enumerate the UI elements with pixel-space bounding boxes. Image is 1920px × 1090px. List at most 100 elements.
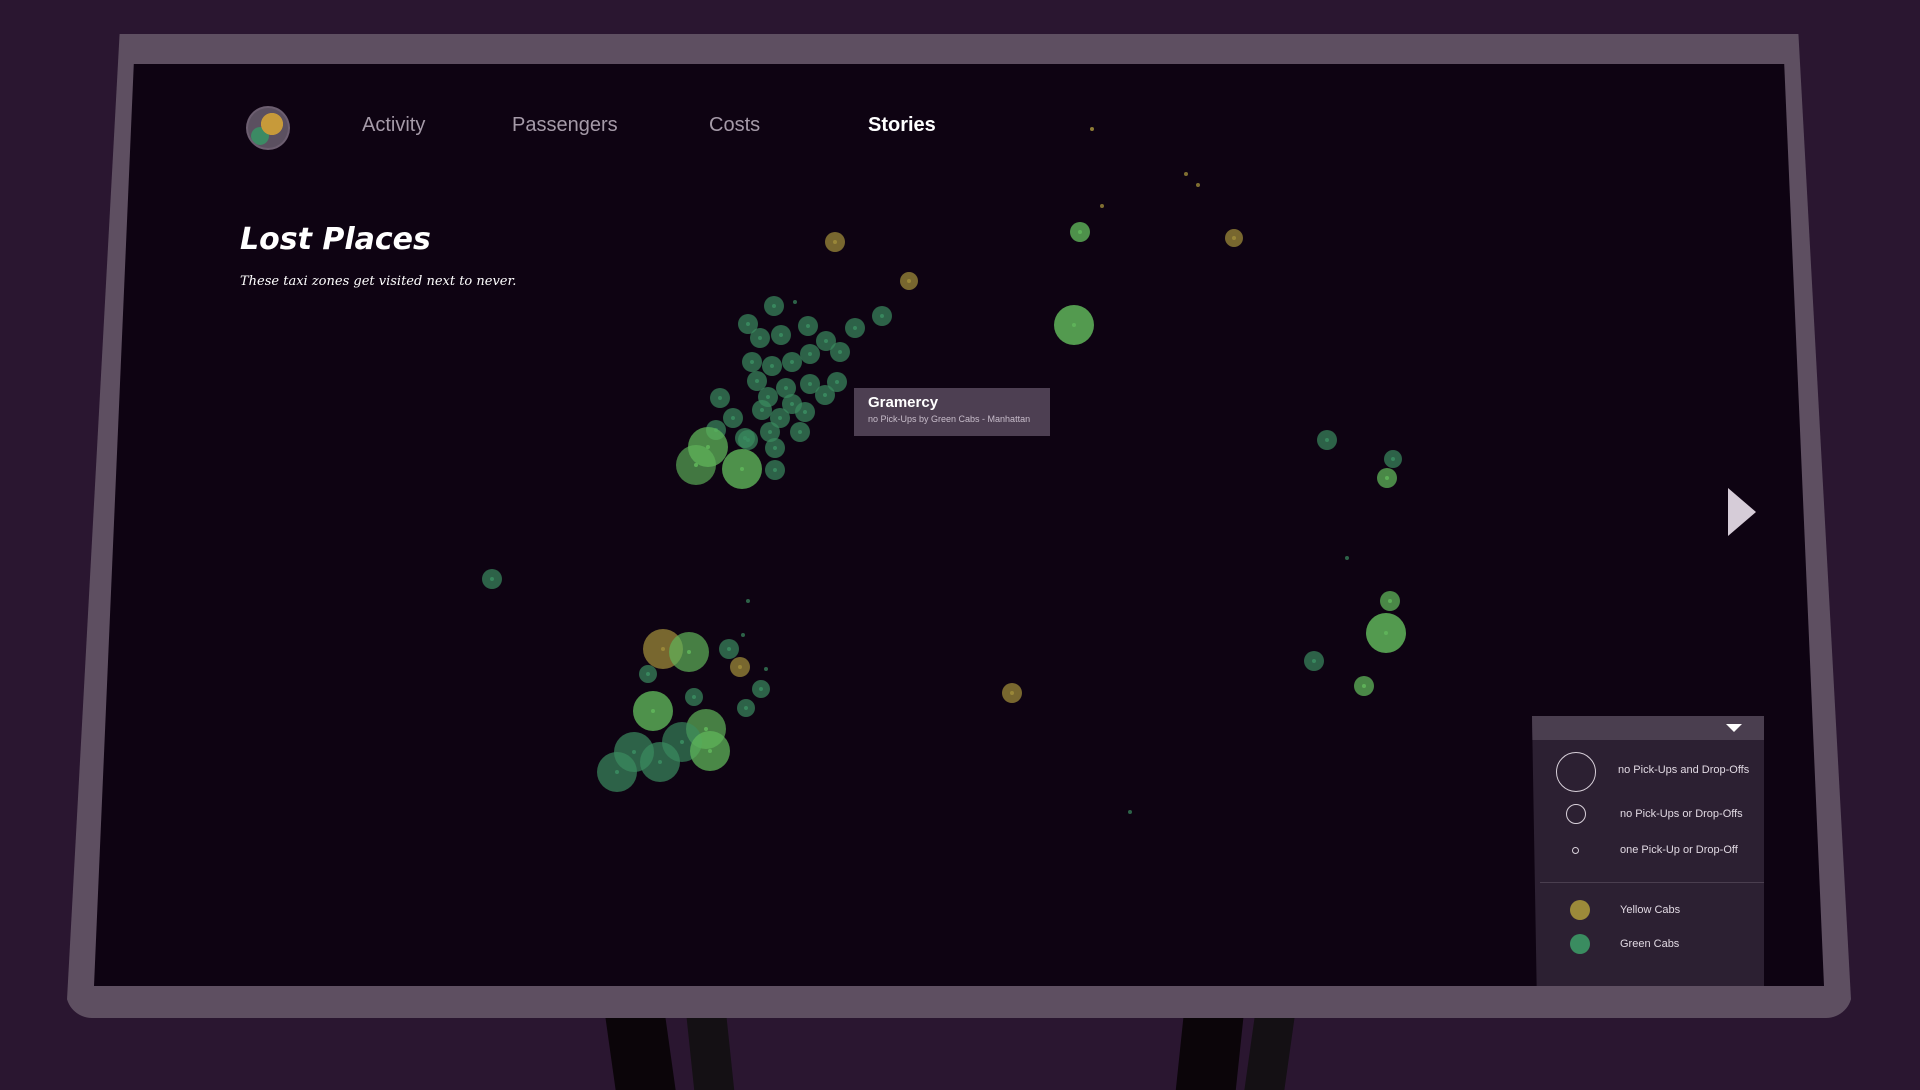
legend-yellow-cabs: Yellow Cabs: [1532, 896, 1764, 926]
zone-center-dot: [680, 740, 684, 744]
zone-center-dot: [632, 750, 636, 754]
zone-center-dot: [835, 380, 839, 384]
yellow-cab-swatch-icon: [1570, 900, 1590, 920]
legend-label: no Pick-Ups or Drop-Offs: [1620, 808, 1743, 820]
zone-center-dot: [778, 416, 782, 420]
zone-center-dot: [658, 760, 662, 764]
monitor-stand-leg: [1175, 1010, 1245, 1090]
legend-size-small: one Pick-Up or Drop-Off: [1532, 836, 1764, 866]
app-logo-icon[interactable]: [248, 108, 288, 148]
green-cab-swatch-icon: [1570, 934, 1590, 954]
zone-center-dot: [738, 665, 742, 669]
zone-center-dot: [790, 360, 794, 364]
zone-center-dot: [746, 438, 750, 442]
nav-stories[interactable]: Stories: [868, 114, 936, 137]
zone-center-dot: [490, 577, 494, 581]
yellow-cab-zone-bubble[interactable]: [1184, 172, 1188, 176]
zone-center-dot: [651, 709, 655, 713]
zone-center-dot: [704, 727, 708, 731]
story-subtitle: These taxi zones get visited next to nev…: [240, 274, 517, 289]
zone-center-dot: [773, 446, 777, 450]
zone-center-dot: [806, 324, 810, 328]
zone-tooltip: Gramercy no Pick-Ups by Green Cabs - Man…: [854, 388, 1050, 436]
zone-center-dot: [661, 647, 665, 651]
zone-center-dot: [760, 408, 764, 412]
monitor-stand-leg: [1244, 1010, 1296, 1090]
green-cab-zone-bubble[interactable]: [1345, 556, 1349, 560]
tooltip-zone-name: Gramercy: [868, 394, 939, 411]
zone-center-dot: [838, 350, 842, 354]
nav-costs[interactable]: Costs: [709, 114, 760, 137]
legend-size-large: no Pick-Ups and Drop-Offs: [1532, 752, 1764, 792]
legend-large-circle-icon: [1556, 752, 1596, 792]
zone-center-dot: [1078, 230, 1082, 234]
legend-divider: [1540, 882, 1764, 883]
legend-header[interactable]: [1532, 716, 1764, 740]
legend-label: one Pick-Up or Drop-Off: [1620, 844, 1738, 856]
zone-center-dot: [744, 706, 748, 710]
next-arrow-icon[interactable]: [1728, 488, 1756, 536]
zone-center-dot: [808, 352, 812, 356]
nav-activity[interactable]: Activity: [362, 114, 425, 137]
zone-center-dot: [784, 386, 788, 390]
zone-center-dot: [1384, 631, 1388, 635]
yellow-cab-zone-bubble[interactable]: [1090, 127, 1094, 131]
zone-center-dot: [755, 379, 759, 383]
zone-center-dot: [798, 430, 802, 434]
zone-center-dot: [907, 279, 911, 283]
zone-center-dot: [1312, 659, 1316, 663]
monitor-stand-leg: [604, 1010, 676, 1090]
zone-center-dot: [790, 402, 794, 406]
zone-center-dot: [1385, 476, 1389, 480]
green-cab-zone-bubble[interactable]: [1128, 810, 1132, 814]
zone-center-dot: [823, 393, 827, 397]
zone-center-dot: [1362, 684, 1366, 688]
yellow-cab-zone-bubble[interactable]: [1100, 204, 1104, 208]
zone-center-dot: [731, 416, 735, 420]
green-cab-zone-bubble[interactable]: [764, 667, 768, 671]
green-cab-zone-bubble[interactable]: [793, 300, 797, 304]
zone-center-dot: [758, 336, 762, 340]
zone-center-dot: [803, 410, 807, 414]
legend-green-cabs: Green Cabs: [1532, 930, 1764, 960]
zone-center-dot: [1072, 323, 1076, 327]
zone-center-dot: [1010, 691, 1014, 695]
legend-label: no Pick-Ups and Drop-Offs: [1618, 764, 1750, 776]
story-title: Lost Places: [240, 222, 431, 257]
zone-center-dot: [770, 364, 774, 368]
legend-small-circle-icon: [1572, 847, 1579, 854]
zone-center-dot: [824, 339, 828, 343]
zone-center-dot: [1391, 457, 1395, 461]
green-cab-zone-bubble[interactable]: [741, 633, 745, 637]
zone-center-dot: [687, 650, 691, 654]
zone-center-dot: [1232, 236, 1236, 240]
zone-center-dot: [772, 304, 776, 308]
monitor-stand-leg: [685, 1010, 735, 1090]
zone-center-dot: [766, 395, 770, 399]
legend-medium-circle-icon: [1566, 804, 1586, 824]
zone-center-dot: [808, 382, 812, 386]
zone-center-dot: [1325, 438, 1329, 442]
legend-size-medium: no Pick-Ups or Drop-Offs: [1532, 800, 1764, 830]
legend-label: Yellow Cabs: [1620, 904, 1681, 916]
zone-center-dot: [718, 396, 722, 400]
zone-center-dot: [768, 430, 772, 434]
zone-center-dot: [1388, 599, 1392, 603]
chevron-down-icon[interactable]: [1726, 724, 1742, 732]
zone-center-dot: [759, 687, 763, 691]
zone-center-dot: [853, 326, 857, 330]
zone-center-dot: [694, 463, 698, 467]
tooltip-detail: no Pick-Ups by Green Cabs - Manhattan: [868, 414, 1031, 424]
zone-center-dot: [880, 314, 884, 318]
zone-center-dot: [773, 468, 777, 472]
zone-center-dot: [708, 749, 712, 753]
yellow-cab-zone-bubble[interactable]: [1196, 183, 1200, 187]
nav-passengers[interactable]: Passengers: [512, 114, 618, 137]
green-cab-zone-bubble[interactable]: [746, 599, 750, 603]
zone-center-dot: [646, 672, 650, 676]
zone-center-dot: [750, 360, 754, 364]
zone-center-dot: [779, 333, 783, 337]
zone-center-dot: [727, 647, 731, 651]
zone-center-dot: [746, 322, 750, 326]
zone-center-dot: [692, 695, 696, 699]
